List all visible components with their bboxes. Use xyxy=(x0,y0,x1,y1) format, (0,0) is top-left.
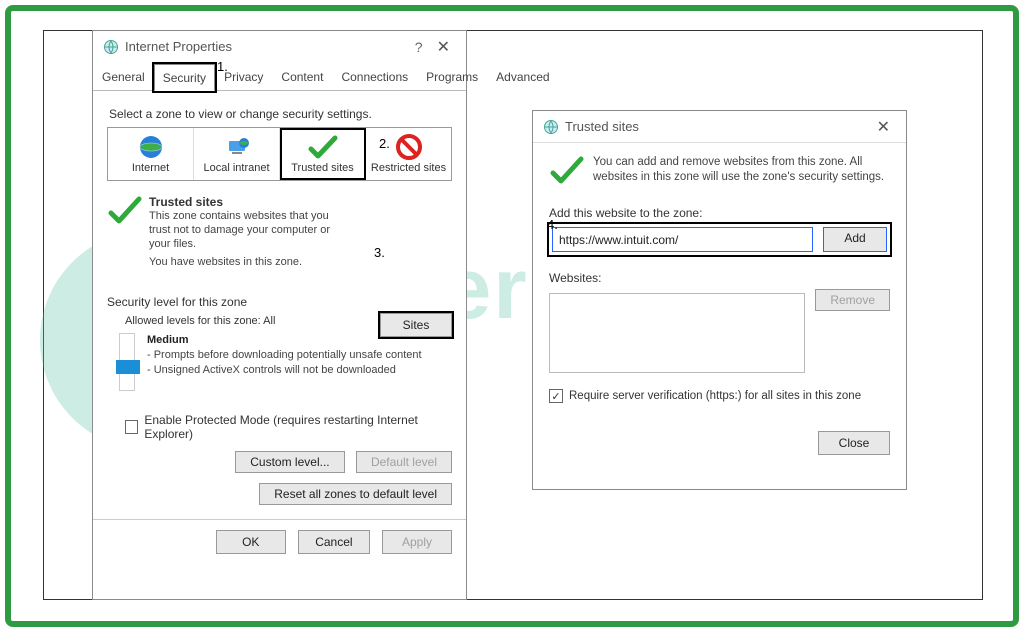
dialog-title: Internet Properties xyxy=(125,39,407,54)
annotation-2: 2. xyxy=(379,136,390,151)
protected-mode-checkbox[interactable] xyxy=(125,420,138,434)
cancel-button[interactable]: Cancel xyxy=(298,530,369,554)
zone-label: Restricted sites xyxy=(368,162,449,174)
close-button[interactable]: ✕ xyxy=(871,117,896,137)
trusted-sites-dialog: Trusted sites ✕ You can add and remove w… xyxy=(532,110,907,490)
add-label: Add this website to the zone: xyxy=(549,206,890,220)
security-slider[interactable] xyxy=(119,333,135,391)
titlebar: Trusted sites ✕ xyxy=(533,111,906,143)
dialog-footer: OK Cancel Apply xyxy=(93,519,466,564)
add-button[interactable]: Add xyxy=(823,227,887,252)
level-line-1: - Prompts before downloading potentially… xyxy=(147,348,422,363)
internet-icon xyxy=(110,132,191,162)
url-input[interactable] xyxy=(552,227,813,252)
sites-button[interactable]: Sites xyxy=(380,313,452,337)
annotation-1: 1. xyxy=(217,59,228,74)
help-button[interactable]: ? xyxy=(407,39,431,55)
zone-local-intranet[interactable]: Local intranet xyxy=(194,128,280,180)
globe-icon xyxy=(543,119,559,135)
custom-level-button[interactable]: Custom level... xyxy=(235,451,344,473)
checkmark-icon xyxy=(549,155,593,190)
tab-strip: General Security Privacy Content Connect… xyxy=(93,63,466,91)
slider-thumb[interactable] xyxy=(116,360,140,374)
internet-properties-dialog: Internet Properties ? ✕ General Security… xyxy=(92,30,467,600)
security-level-header: Security level for this zone xyxy=(107,295,452,309)
level-line-2: - Unsigned ActiveX controls will not be … xyxy=(147,363,422,378)
websites-label: Websites: xyxy=(549,271,890,285)
tab-programs[interactable]: Programs xyxy=(417,63,487,90)
dialog-title: Trusted sites xyxy=(565,119,871,134)
tab-connections[interactable]: Connections xyxy=(332,63,417,90)
zone-label: Local intranet xyxy=(196,162,277,174)
zone-label: Trusted sites xyxy=(282,162,363,174)
reset-button[interactable]: Reset all zones to default level xyxy=(259,483,452,505)
tab-content[interactable]: Content xyxy=(272,63,332,90)
zone-trusted-sites[interactable]: Trusted sites xyxy=(280,128,366,180)
tab-general[interactable]: General xyxy=(93,63,154,90)
tab-advanced[interactable]: Advanced xyxy=(487,63,558,90)
require-https-label: Require server verification (https:) for… xyxy=(569,390,861,402)
trusted-desc: You can add and remove websites from thi… xyxy=(593,155,890,190)
protected-mode-label: Enable Protected Mode (requires restarti… xyxy=(144,413,452,441)
zone-label: Internet xyxy=(110,162,191,174)
zone-internet[interactable]: Internet xyxy=(108,128,194,180)
remove-button[interactable]: Remove xyxy=(815,289,890,311)
annotation-4: 4. xyxy=(547,217,558,232)
zone-list: Internet Local intranet Trusted sites Re… xyxy=(107,127,452,181)
require-https-checkbox[interactable]: ✓ xyxy=(549,389,563,403)
zone-title: Trusted sites xyxy=(149,195,452,209)
annotation-3: 3. xyxy=(374,245,385,260)
close-dialog-button[interactable]: Close xyxy=(818,431,890,455)
zone-instruction: Select a zone to view or change security… xyxy=(109,107,450,121)
zone-desc-2: You have websites in this zone. xyxy=(149,255,452,269)
checkmark-icon xyxy=(282,132,363,162)
close-button[interactable]: ✕ xyxy=(431,37,456,57)
ok-button[interactable]: OK xyxy=(216,530,286,554)
tab-security[interactable]: Security xyxy=(154,64,215,91)
websites-list[interactable] xyxy=(549,293,805,373)
checkmark-icon xyxy=(107,195,149,269)
zone-desc-1: This zone contains websites that you tru… xyxy=(149,209,349,251)
globe-icon xyxy=(103,39,119,55)
apply-button[interactable]: Apply xyxy=(382,530,452,554)
default-level-button[interactable]: Default level xyxy=(356,451,452,473)
intranet-icon xyxy=(196,132,277,162)
titlebar: Internet Properties ? ✕ xyxy=(93,31,466,63)
